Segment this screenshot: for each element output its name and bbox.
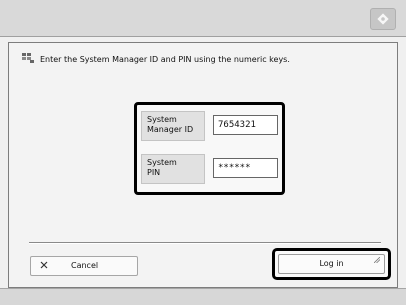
cancel-button[interactable]: Cancel — [30, 256, 138, 276]
instruction-row: Enter the System Manager ID and PIN usin… — [22, 53, 290, 65]
bottom-status-bar — [0, 288, 406, 305]
close-icon — [40, 261, 48, 271]
credentials-box: System Manager ID 7654321 System PIN ***… — [134, 102, 285, 195]
system-manager-id-value: 7654321 — [218, 120, 256, 130]
login-button-inner: Log in — [278, 254, 385, 274]
login-label: Log in — [319, 259, 344, 268]
system-manager-id-label: System Manager ID — [141, 111, 205, 141]
top-bar — [0, 0, 406, 37]
resize-corner-icon — [373, 252, 381, 270]
settings-icon — [377, 13, 389, 25]
system-pin-label: System PIN — [141, 154, 205, 184]
footer-divider — [29, 242, 381, 244]
cancel-label: Cancel — [71, 261, 99, 270]
system-pin-label-text: System PIN — [147, 158, 177, 177]
instruction-text: Enter the System Manager ID and PIN usin… — [40, 54, 290, 64]
system-manager-id-row: System Manager ID 7654321 — [141, 111, 278, 141]
login-button[interactable]: Log in — [272, 248, 391, 280]
login-panel: Enter the System Manager ID and PIN usin… — [8, 42, 398, 288]
system-pin-row: System PIN ****** — [141, 154, 278, 184]
system-manager-id-field[interactable]: 7654321 — [213, 115, 278, 135]
system-pin-value: ****** — [218, 163, 251, 173]
system-pin-field[interactable]: ****** — [213, 158, 278, 178]
system-manager-id-label-text: System Manager ID — [147, 115, 194, 134]
settings-button[interactable] — [370, 8, 396, 30]
keys-icon — [22, 53, 34, 65]
